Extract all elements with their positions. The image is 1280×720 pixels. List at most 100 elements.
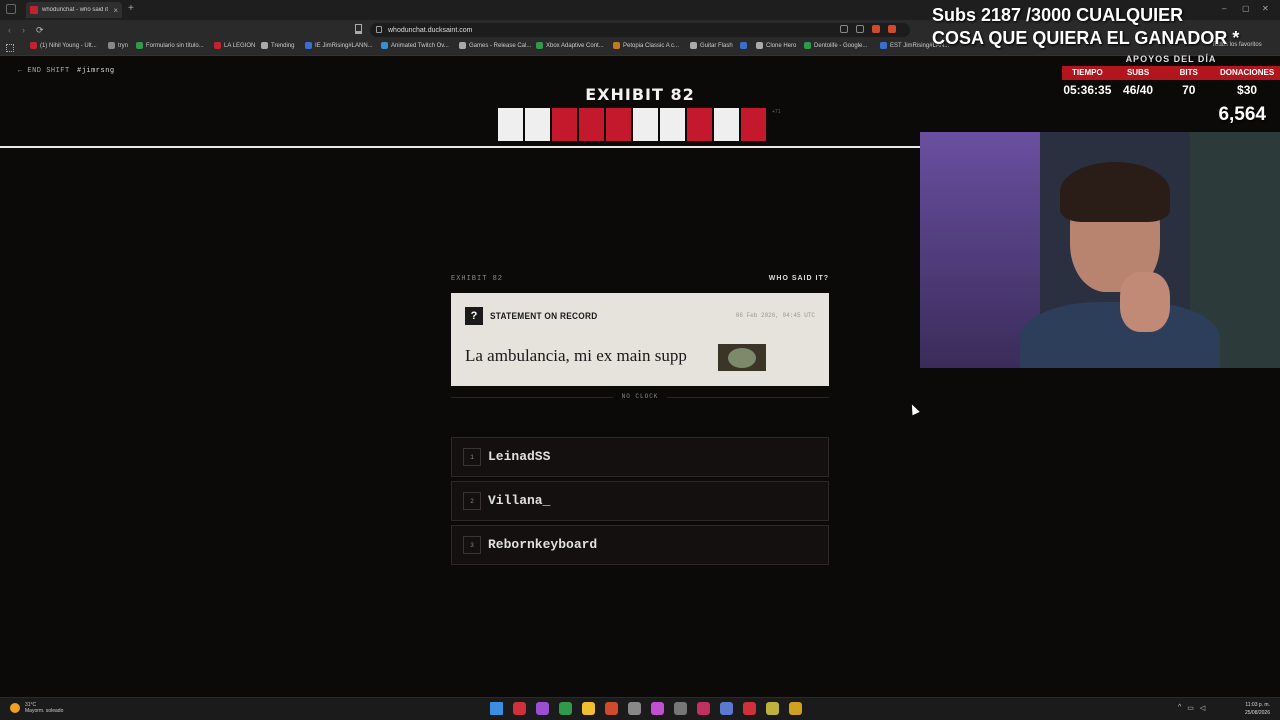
taskbar-app-icon[interactable]: [628, 702, 641, 715]
taskbar-app-icon[interactable]: [582, 702, 595, 715]
taskbar-app-icon[interactable]: [720, 702, 733, 715]
taskbar-app-icon[interactable]: [766, 702, 779, 715]
option-name: Villana_: [488, 493, 551, 508]
statement-text: La ambulancia, mi ex main supp: [465, 346, 687, 365]
webcam-feed: [920, 132, 1280, 368]
section-header: EXHIBIT 82 WHO SAID IT?: [451, 275, 829, 283]
forward-icon[interactable]: ›: [22, 25, 25, 35]
statement-label: STATEMENT ON RECORD: [490, 311, 598, 321]
url-text: whodunchat.ducksaint.com: [388, 26, 473, 34]
network-icon[interactable]: ▭: [1187, 704, 1194, 712]
weather-widget[interactable]: 31°C Mayorm. soleado: [10, 702, 63, 714]
taskbar-app-icon[interactable]: [513, 702, 526, 715]
mouse-cursor-icon: [908, 402, 920, 416]
tab-favicon-icon: [30, 6, 38, 14]
answer-option[interactable]: 1 LeinadSS: [451, 437, 829, 477]
bookmark-item[interactable]: Xbox Adaptive Cont...: [536, 42, 604, 49]
taskbar-app-icon[interactable]: [743, 702, 756, 715]
taskbar-app-icon[interactable]: [559, 702, 572, 715]
apps-icon[interactable]: [6, 44, 14, 52]
tab-title: whodunchat - who said it in y: [42, 7, 109, 13]
weather-desc: Mayorm. soleado: [25, 708, 64, 714]
bookmark-item[interactable]: tryn: [108, 42, 128, 49]
url-field[interactable]: whodunchat.ducksaint.com: [370, 23, 910, 37]
tile-correct: [525, 108, 550, 141]
tray-chevron-icon[interactable]: ^: [1178, 704, 1181, 712]
taskbar-app-icon[interactable]: [536, 702, 549, 715]
tile-incorrect: [552, 108, 577, 141]
option-name: Rebornkeyboard: [488, 537, 598, 552]
stat-time: TIEMPO 05:36:35: [1062, 66, 1113, 100]
translate-icon[interactable]: [840, 25, 848, 33]
reload-icon[interactable]: ⟳: [36, 25, 44, 36]
taskbar-clock[interactable]: 11:03 p. m. 25/08/2026: [1245, 701, 1270, 717]
statement-date: 06 Feb 2026, 04:45 UTC: [735, 312, 815, 319]
close-tab-icon[interactable]: ×: [113, 6, 118, 15]
tile-correct: [633, 108, 658, 141]
tile-incorrect: [741, 108, 766, 141]
address-bar-icons: [840, 25, 896, 33]
section-question-label: WHO SAID IT?: [768, 275, 829, 282]
channel-username: #jimrsng: [77, 67, 115, 75]
windows-taskbar: 31°C Mayorm. soleado ^ ▭ ◁ 11:03 p. m. 2…: [0, 697, 1280, 720]
question-icon: ?: [465, 307, 483, 325]
taskbar-app-icon[interactable]: [789, 702, 802, 715]
taskbar-app-icon[interactable]: [697, 702, 710, 715]
bookmark-icon[interactable]: [355, 24, 362, 34]
bookmark-item[interactable]: Clone Hero: [756, 42, 796, 49]
bookmark-item[interactable]: Formulario sin título...: [136, 42, 204, 49]
bookmark-item[interactable]: [740, 42, 750, 49]
clock-time: 11:03 p. m.: [1245, 702, 1270, 708]
tile-correct: [660, 108, 685, 141]
sun-icon: [10, 703, 20, 713]
bookmark-item[interactable]: IE JimRising#LANN...: [305, 42, 373, 49]
zoom-icon[interactable]: [856, 25, 864, 33]
statement-card: ? STATEMENT ON RECORD 06 Feb 2026, 04:45…: [451, 293, 829, 386]
option-number: 1: [463, 448, 481, 466]
bookmark-item[interactable]: Guitar Flash: [690, 42, 733, 49]
brave-rewards-icon[interactable]: [888, 25, 896, 33]
bookmark-item[interactable]: (1) Nihil Young - Ult...: [30, 42, 97, 49]
bookmark-item[interactable]: Games - Release Cal...: [459, 42, 531, 49]
stream-goal-text: Subs 2187 /3000 CUALQUIER COSA QUE QUIER…: [932, 4, 1280, 50]
answer-option[interactable]: 3 Rebornkeyboard: [451, 525, 829, 565]
section-exhibit-label: EXHIBIT 82: [451, 275, 504, 283]
tile-correct: [498, 108, 523, 141]
taskbar-app-icon[interactable]: [651, 702, 664, 715]
answer-options: 1 LeinadSS 2 Villana_ 3 Rebornkeyboard: [451, 437, 829, 569]
back-icon[interactable]: ‹: [8, 25, 11, 35]
taskbar-app-icon[interactable]: [674, 702, 687, 715]
clock-date: 25/08/2026: [1244, 710, 1270, 716]
start-menu-icon[interactable]: [490, 702, 503, 715]
no-clock-label: NO CLOCK: [613, 392, 667, 402]
brave-shields-icon[interactable]: [872, 25, 880, 33]
end-shift-link[interactable]: ← END SHIFT: [18, 67, 70, 75]
site-info-icon[interactable]: [376, 26, 382, 33]
bookmark-item[interactable]: Petopia Classic A c...: [613, 42, 679, 49]
taskbar-apps: [490, 702, 802, 715]
taskbar-app-icon[interactable]: [605, 702, 618, 715]
exhibit-progress-tiles: [498, 108, 766, 141]
bookmark-item[interactable]: LA LEGION: [214, 42, 255, 49]
bookmark-item[interactable]: Animated Twitch Ov...: [381, 42, 449, 49]
option-name: LeinadSS: [488, 449, 551, 464]
exhibit-title: EXHIBIT 82: [585, 85, 695, 104]
new-tab-button[interactable]: +: [128, 3, 134, 14]
emote-image: [718, 344, 766, 371]
stat-bits: BITS 70: [1163, 66, 1215, 100]
stat-subs: SUBS 46/40: [1112, 66, 1164, 100]
tile-incorrect: [606, 108, 631, 141]
stats-title: APOYOS DEL DÍA: [1125, 54, 1217, 64]
header-divider: [0, 146, 920, 148]
browser-tab[interactable]: whodunchat - who said it in y ×: [26, 2, 122, 18]
bookmark-item[interactable]: Trending: [261, 42, 294, 49]
goal-line-2: COSA QUE QUIERA EL GANADOR *: [932, 28, 1240, 48]
tile-correct: [714, 108, 739, 141]
bookmark-item[interactable]: Dentolife - Google...: [804, 42, 867, 49]
goal-line-1: Subs 2187 /3000 CUALQUIER: [932, 5, 1184, 25]
volume-icon[interactable]: ◁: [1200, 704, 1205, 712]
tab-list-icon[interactable]: [6, 4, 16, 14]
answer-option[interactable]: 2 Villana_: [451, 481, 829, 521]
tile-extra-count: +71: [772, 109, 781, 115]
option-number: 3: [463, 536, 481, 554]
